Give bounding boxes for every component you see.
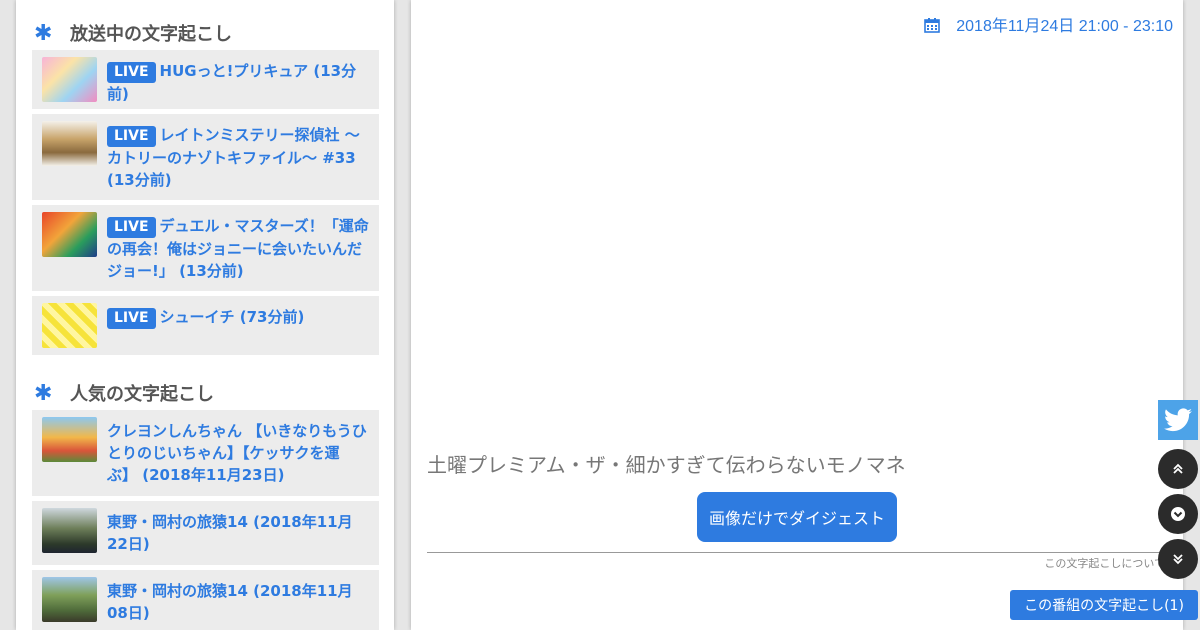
chevron-circle-down-icon <box>1171 507 1185 521</box>
sidebar: ✱ 放送中の文字起こし LIVE HUGっと!プリキュア (13分前) LIVE レ… <box>16 0 394 630</box>
popular-item[interactable]: 東野・岡村の旅猿14 (2018年11月22日) <box>32 501 379 565</box>
live-item[interactable]: LIVE シューイチ (73分前) <box>32 296 379 355</box>
live-item[interactable]: LIVE デュエル・マスターズ！「運命の再会！俺はジョニーに会いたいんだジョー!」… <box>32 205 379 291</box>
live-badge: LIVE <box>107 62 156 83</box>
date-text: 2018年11月24日 21:00 - 23:10 <box>956 18 1173 35</box>
live-section-title: ✱ 放送中の文字起こし <box>34 20 232 46</box>
popular-item[interactable]: 東野・岡村の旅猿14 (2018年11月08日) <box>32 570 379 630</box>
calendar-icon <box>924 18 941 33</box>
asterisk-icon: ✱ <box>34 20 53 46</box>
thumbnail-image <box>42 57 97 102</box>
thumbnail-image <box>42 417 97 462</box>
thumbnail-image <box>42 212 97 257</box>
live-badge: LIVE <box>107 217 156 238</box>
live-item-link[interactable]: シューイチ (73分前) <box>160 308 305 326</box>
scroll-next-button[interactable] <box>1158 494 1198 534</box>
popular-item-link[interactable]: クレヨンしんちゃん 【いきなりもうひとりのじいちゃん】【ケッサクを運ぶ】 (20… <box>107 420 369 486</box>
popular-section-label: 人気の文字起こし <box>70 384 214 405</box>
live-badge: LIVE <box>107 126 156 147</box>
double-chevron-up-icon <box>1173 463 1183 474</box>
live-section-label: 放送中の文字起こし <box>70 24 232 45</box>
scroll-top-button[interactable] <box>1158 449 1198 489</box>
thumbnail-image <box>42 121 97 166</box>
thumbnail-image <box>42 508 97 553</box>
twitter-share-button[interactable] <box>1158 400 1198 440</box>
about-link[interactable]: この文字起こしについて <box>1044 555 1165 571</box>
asterisk-icon: ✱ <box>34 380 53 406</box>
live-item[interactable]: LIVE HUGっと!プリキュア (13分前) <box>32 50 379 109</box>
program-title: 土曜プレミアム・ザ・細かすぎて伝わらないモノマネ <box>427 453 906 477</box>
thumbnail-image <box>42 577 97 622</box>
popular-section-title: ✱ 人気の文字起こし <box>34 380 214 406</box>
thumbnail-image <box>42 303 97 348</box>
double-chevron-down-icon <box>1173 554 1183 565</box>
broadcast-date: 2018年11月24日 21:00 - 23:10 <box>924 12 1173 36</box>
main-panel: 2018年11月24日 21:00 - 23:10 土曜プレミアム・ザ・細かすぎ… <box>411 0 1183 630</box>
live-item[interactable]: LIVE レイトンミステリー探偵社 ～カトリーのナゾトキファイル～ #33 (13… <box>32 114 379 200</box>
live-badge: LIVE <box>107 308 156 329</box>
popular-item-link[interactable]: 東野・岡村の旅猿14 (2018年11月22日) <box>107 511 369 555</box>
divider <box>427 552 1175 553</box>
popular-item[interactable]: クレヨンしんちゃん 【いきなりもうひとりのじいちゃん】【ケッサクを運ぶ】 (20… <box>32 410 379 496</box>
transcript-count-button[interactable]: この番組の文字起こし(1) <box>1010 590 1198 620</box>
digest-button[interactable]: 画像だけでダイジェスト <box>697 492 897 542</box>
popular-item-link[interactable]: 東野・岡村の旅猿14 (2018年11月08日) <box>107 580 369 624</box>
twitter-icon <box>1164 408 1192 432</box>
scroll-bottom-button[interactable] <box>1158 539 1198 579</box>
